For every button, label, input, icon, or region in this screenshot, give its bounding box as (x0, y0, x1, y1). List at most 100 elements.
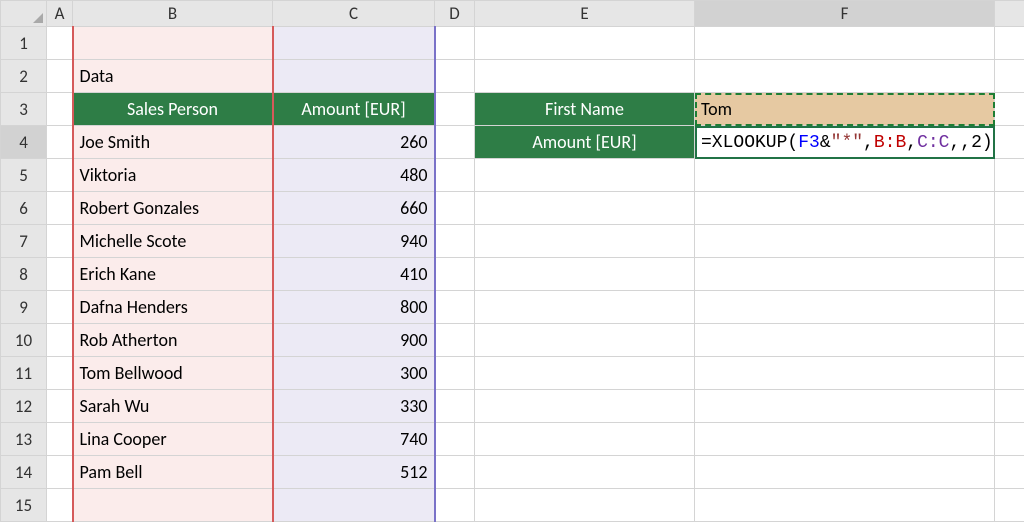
data-title-cell[interactable]: Data (73, 60, 273, 93)
cell[interactable] (695, 357, 995, 390)
amount-cell[interactable]: 800 (273, 291, 435, 324)
cell[interactable] (995, 60, 1024, 93)
col-header-C[interactable]: C (273, 1, 435, 27)
amount-cell[interactable]: 330 (273, 390, 435, 423)
cell[interactable] (435, 390, 475, 423)
person-cell[interactable]: Pam Bell (73, 456, 273, 489)
row-header[interactable]: 1 (1, 27, 47, 60)
row-header[interactable]: 7 (1, 225, 47, 258)
person-cell[interactable]: Robert Gonzales (73, 192, 273, 225)
amount-cell[interactable]: 512 (273, 456, 435, 489)
grid-table[interactable]: A B C D E F 1 2 Data 3 Sales Person Amou… (0, 0, 1024, 522)
cell[interactable] (435, 60, 475, 93)
cell[interactable] (695, 390, 995, 423)
cell[interactable] (435, 324, 475, 357)
row-header[interactable]: 2 (1, 60, 47, 93)
row-header[interactable]: 4 (1, 126, 47, 159)
amount-cell[interactable]: 660 (273, 192, 435, 225)
cell[interactable] (435, 126, 475, 159)
person-cell[interactable]: Rob Atherton (73, 324, 273, 357)
cell[interactable] (995, 93, 1024, 126)
cell[interactable] (695, 192, 995, 225)
cell[interactable] (47, 159, 73, 192)
cell[interactable] (47, 27, 73, 60)
first-name-value-cell[interactable]: Tom (695, 93, 995, 126)
cell[interactable] (475, 390, 695, 423)
person-cell[interactable]: Sarah Wu (73, 390, 273, 423)
cell[interactable] (73, 27, 273, 60)
amount-cell[interactable]: 740 (273, 423, 435, 456)
cell[interactable] (435, 93, 475, 126)
cell[interactable] (475, 159, 695, 192)
header-amount2[interactable]: Amount [EUR] (475, 126, 695, 159)
cell[interactable] (435, 258, 475, 291)
cell[interactable] (475, 192, 695, 225)
row-header[interactable]: 12 (1, 390, 47, 423)
person-cell[interactable]: Viktoria (73, 159, 273, 192)
amount-cell[interactable]: 480 (273, 159, 435, 192)
cell[interactable] (47, 324, 73, 357)
cell[interactable] (435, 225, 475, 258)
cell[interactable] (995, 159, 1024, 192)
cell[interactable] (695, 291, 995, 324)
cell[interactable] (475, 324, 695, 357)
cell[interactable] (47, 489, 73, 522)
row-header[interactable]: 11 (1, 357, 47, 390)
cell[interactable] (475, 489, 695, 522)
cell[interactable] (47, 390, 73, 423)
cell[interactable] (47, 423, 73, 456)
cell[interactable] (995, 225, 1024, 258)
row-header[interactable]: 14 (1, 456, 47, 489)
cell[interactable] (995, 357, 1024, 390)
row-header[interactable]: 10 (1, 324, 47, 357)
col-header-F[interactable]: F (695, 1, 995, 27)
col-header-extra[interactable] (995, 1, 1024, 27)
col-header-E[interactable]: E (475, 1, 695, 27)
cell[interactable] (475, 60, 695, 93)
cell[interactable] (435, 291, 475, 324)
header-first-name[interactable]: First Name (475, 93, 695, 126)
cell[interactable] (273, 27, 435, 60)
cell[interactable] (435, 192, 475, 225)
cell[interactable] (47, 192, 73, 225)
cell[interactable] (475, 423, 695, 456)
row-header[interactable]: 9 (1, 291, 47, 324)
amount-cell[interactable]: 300 (273, 357, 435, 390)
person-cell[interactable]: Michelle Scote (73, 225, 273, 258)
cell[interactable] (995, 291, 1024, 324)
cell[interactable] (435, 423, 475, 456)
cell[interactable] (47, 258, 73, 291)
cell[interactable] (435, 159, 475, 192)
cell[interactable] (995, 192, 1024, 225)
cell[interactable] (47, 126, 73, 159)
spreadsheet[interactable]: A B C D E F 1 2 Data 3 Sales Person Amou… (0, 0, 1024, 519)
cell[interactable] (695, 423, 995, 456)
header-amount[interactable]: Amount [EUR] (273, 93, 435, 126)
person-cell[interactable]: Erich Kane (73, 258, 273, 291)
cell[interactable] (995, 27, 1024, 60)
cell[interactable] (475, 27, 695, 60)
cell[interactable] (995, 489, 1024, 522)
cell[interactable] (995, 423, 1024, 456)
cell[interactable] (47, 456, 73, 489)
col-header-B[interactable]: B (73, 1, 273, 27)
row-header[interactable]: 13 (1, 423, 47, 456)
row-header[interactable]: 3 (1, 93, 47, 126)
cell[interactable] (695, 456, 995, 489)
cell[interactable] (995, 258, 1024, 291)
cell[interactable] (435, 489, 475, 522)
col-header-A[interactable]: A (47, 1, 73, 27)
cell[interactable] (475, 456, 695, 489)
row-header[interactable]: 15 (1, 489, 47, 522)
cell[interactable] (435, 456, 475, 489)
row-header[interactable]: 6 (1, 192, 47, 225)
person-cell[interactable]: Joe Smith (73, 126, 273, 159)
cell[interactable] (695, 324, 995, 357)
cell[interactable] (47, 291, 73, 324)
cell[interactable] (695, 60, 995, 93)
row-header[interactable]: 5 (1, 159, 47, 192)
cell[interactable] (995, 390, 1024, 423)
cell[interactable] (73, 489, 273, 522)
cell[interactable] (695, 159, 995, 192)
cell[interactable] (273, 489, 435, 522)
